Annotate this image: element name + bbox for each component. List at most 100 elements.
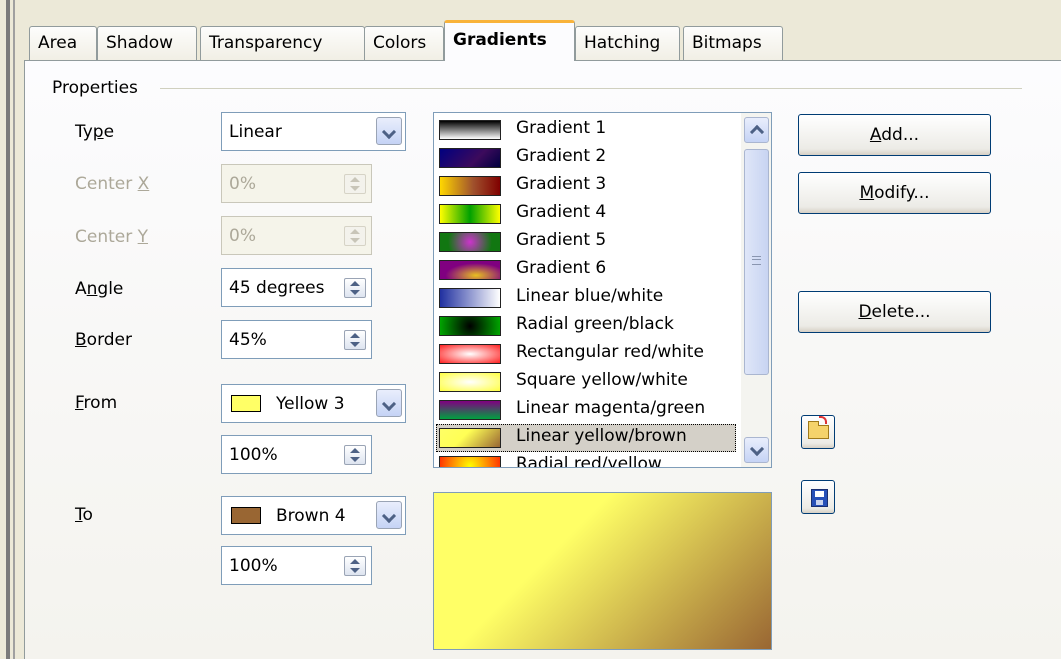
center-x-spinbox[interactable]: 0% xyxy=(221,164,372,203)
tab-colors[interactable]: Colors xyxy=(364,26,444,60)
gradient-list-item[interactable]: Radial green/black xyxy=(436,312,736,340)
type-label-text: Ty xyxy=(75,122,93,142)
from-intensity-spinbox[interactable]: 100% xyxy=(221,435,372,474)
gradient-name: Gradient 2 xyxy=(516,146,607,166)
window-left-edge xyxy=(0,0,22,659)
gradient-list-item[interactable]: Radial red/yellow xyxy=(436,452,736,468)
tab-hatching-label: Hatching xyxy=(584,33,661,53)
tab-bitmaps[interactable]: Bitmaps xyxy=(683,26,783,60)
gradient-list-item[interactable]: Linear blue/white xyxy=(436,284,736,312)
type-label: Type xyxy=(75,122,114,142)
angle-label-mnemonic: n xyxy=(86,279,98,299)
spin-arrows-icon[interactable] xyxy=(344,330,366,350)
gradient-list-item[interactable]: Linear yellow/brown xyxy=(436,424,736,452)
add-button-mnemonic: A xyxy=(869,125,882,145)
folder-open-icon xyxy=(808,416,829,439)
gradient-name: Square yellow/white xyxy=(516,370,688,390)
add-button[interactable]: Add... xyxy=(798,114,991,156)
to-color-swatch xyxy=(231,507,261,524)
modify-button[interactable]: Modify... xyxy=(798,172,991,214)
tab-gradients[interactable]: Gradients xyxy=(444,20,575,61)
tab-area-label: Area xyxy=(38,33,78,53)
spin-arrows-icon[interactable] xyxy=(344,174,366,194)
from-color-name: Yellow 3 xyxy=(276,394,345,414)
center-x-value: 0% xyxy=(229,174,256,194)
gradient-list-item[interactable]: Gradient 3 xyxy=(436,172,736,200)
to-intensity-spinbox[interactable]: 100% xyxy=(221,546,372,585)
tab-transparency-label: Transparency xyxy=(209,33,323,53)
gradient-swatch xyxy=(439,176,501,196)
to-intensity-value: 100% xyxy=(229,556,278,576)
gradient-name: Linear blue/white xyxy=(516,286,664,306)
gradient-list-scrollbar[interactable] xyxy=(741,113,771,467)
type-label-rest: e xyxy=(103,122,115,142)
center-y-spinbox[interactable]: 0% xyxy=(221,216,372,255)
gradient-swatch xyxy=(439,260,501,280)
center-x-label-mnemonic: X xyxy=(137,174,150,194)
gradient-swatch xyxy=(439,204,501,224)
angle-label: Angle xyxy=(75,279,123,299)
spin-arrows-icon[interactable] xyxy=(344,278,366,298)
modify-button-mnemonic: M xyxy=(859,183,875,203)
floppy-disk-icon xyxy=(811,489,828,507)
gradient-list-item[interactable]: Gradient 5 xyxy=(436,228,736,256)
gradient-swatch xyxy=(439,428,501,448)
gradient-swatch xyxy=(439,316,501,336)
center-y-label-text: Center xyxy=(75,227,138,247)
chevron-down-icon[interactable] xyxy=(376,501,402,529)
tab-shadow-label: Shadow xyxy=(106,33,174,53)
type-label-mnemonic: p xyxy=(92,122,104,142)
tab-shadow[interactable]: Shadow xyxy=(97,26,197,60)
to-color-dropdown[interactable]: Brown 4 xyxy=(221,496,406,535)
save-gradients-button[interactable] xyxy=(801,480,835,514)
angle-spinbox[interactable]: 45 degrees xyxy=(221,268,372,307)
gradient-name: Radial red/yellow xyxy=(516,454,662,468)
border-value: 45% xyxy=(229,330,267,350)
properties-group-label: Properties xyxy=(52,78,138,98)
tab-hatching[interactable]: Hatching xyxy=(575,26,680,60)
type-dropdown[interactable]: Linear xyxy=(221,112,406,151)
border-label-rest: order xyxy=(86,330,133,350)
from-color-dropdown[interactable]: Yellow 3 xyxy=(221,384,406,423)
gradient-swatch xyxy=(439,148,501,168)
to-label-rest: o xyxy=(82,505,93,525)
center-y-value: 0% xyxy=(229,226,256,246)
gradient-list-item[interactable]: Square yellow/white xyxy=(436,368,736,396)
gradient-list-item[interactable]: Gradient 2 xyxy=(436,144,736,172)
gradient-list[interactable]: Gradient 1 Gradient 2 Gradient 3 Gradient 4… xyxy=(433,112,772,468)
gradient-list-item[interactable]: Gradient 4 xyxy=(436,200,736,228)
modify-button-label: odify... xyxy=(874,183,930,203)
border-label: Border xyxy=(75,330,132,350)
gradient-list-item[interactable]: Gradient 1 xyxy=(436,116,736,144)
tab-colors-label: Colors xyxy=(373,33,427,53)
from-label: From xyxy=(75,393,117,413)
spin-arrows-icon[interactable] xyxy=(344,556,366,576)
gradient-name: Gradient 1 xyxy=(516,118,607,138)
spin-arrows-icon[interactable] xyxy=(344,226,366,246)
from-label-mnemonic: F xyxy=(75,393,84,413)
delete-button[interactable]: Delete... xyxy=(798,291,991,333)
gradient-list-item[interactable]: Rectangular red/white xyxy=(436,340,736,368)
chevron-down-icon[interactable] xyxy=(376,117,402,145)
gradient-name: Gradient 4 xyxy=(516,202,607,222)
gradient-name: Rectangular red/white xyxy=(516,342,704,362)
load-gradients-button[interactable] xyxy=(801,415,835,449)
gradient-name: Radial green/black xyxy=(516,314,674,334)
border-label-mnemonic: B xyxy=(75,330,87,350)
spin-arrows-icon[interactable] xyxy=(344,445,366,465)
center-y-label-mnemonic: Y xyxy=(137,227,149,247)
gradient-swatch xyxy=(439,344,501,364)
center-x-label-text: Center xyxy=(75,174,138,194)
border-spinbox[interactable]: 45% xyxy=(221,320,372,359)
tab-bitmaps-label: Bitmaps xyxy=(692,33,762,53)
tab-transparency[interactable]: Transparency xyxy=(200,26,365,60)
scroll-down-icon[interactable] xyxy=(744,437,769,463)
angle-label-rest: gle xyxy=(97,279,124,299)
gradient-list-item[interactable]: Gradient 6 xyxy=(436,256,736,284)
tab-area[interactable]: Area xyxy=(29,26,97,60)
scroll-thumb[interactable] xyxy=(744,149,769,375)
scroll-up-icon[interactable] xyxy=(744,117,769,143)
gradient-name: Linear magenta/green xyxy=(516,398,706,418)
chevron-down-icon[interactable] xyxy=(376,389,402,417)
gradient-list-item[interactable]: Linear magenta/green xyxy=(436,396,736,424)
